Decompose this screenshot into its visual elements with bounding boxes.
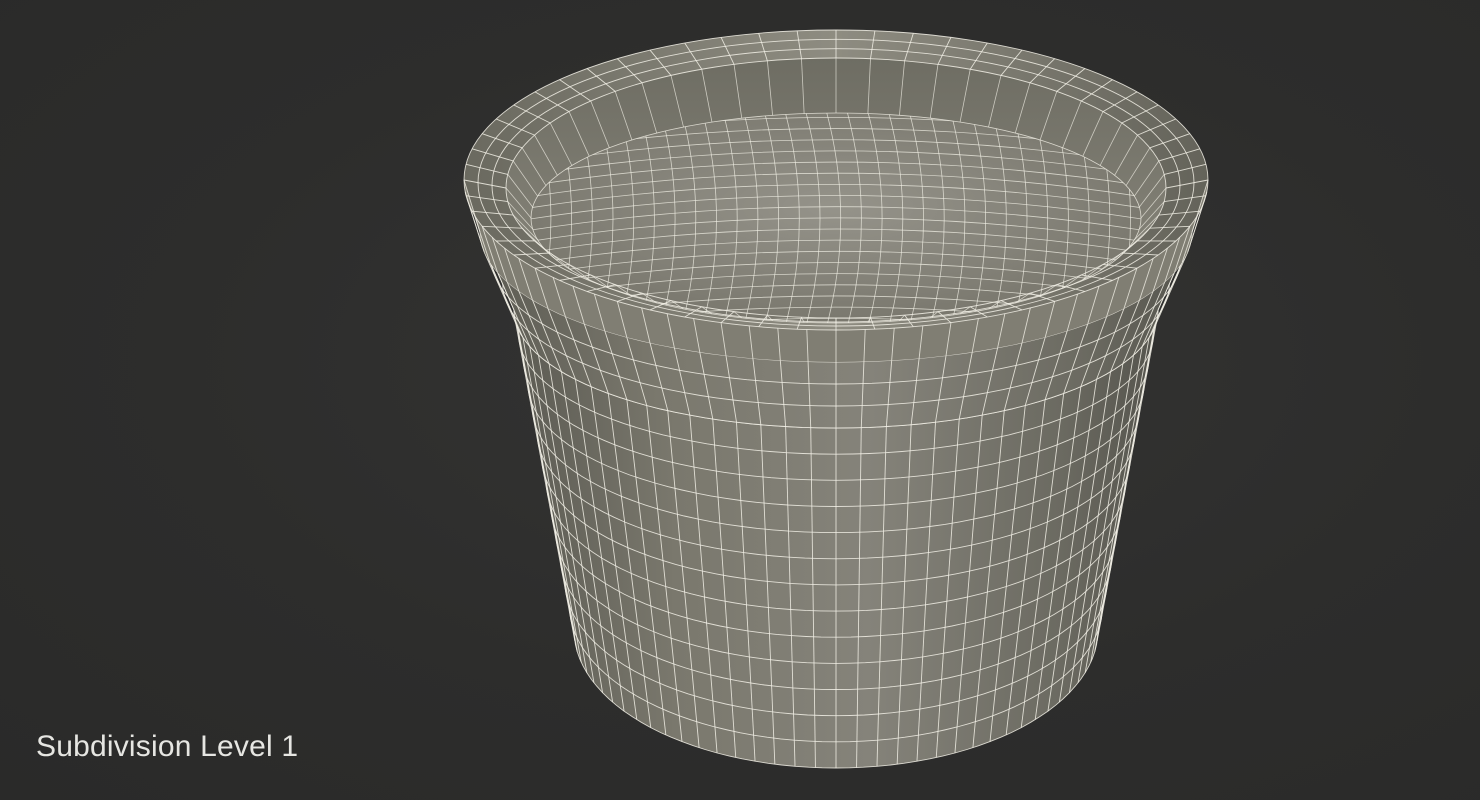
floor-grid-line [1210,80,1234,360]
floor-grid-line [279,80,303,360]
floor-grid-line [341,80,365,360]
floor-grid-line [1293,80,1317,360]
viewport: Subdivision Level 1 [0,0,1480,800]
floor-grid-line [444,80,468,360]
floor-grid-line [1272,80,1296,360]
floor-grid-line [1251,80,1275,360]
floor-grid-line [361,80,385,360]
floor-grid-line [403,80,427,360]
subdivision-caption: Subdivision Level 1 [36,730,299,763]
floor-grid-line [299,80,323,360]
floor-grid-line [1314,80,1338,360]
floor-grid-line [423,80,447,360]
floor-grid-line [382,80,406,360]
floor-grid-line [1231,80,1255,360]
wireframe-render [258,29,1358,769]
floor-grid-line [320,80,344,360]
floor-grid-line [258,80,282,360]
floor-grid-line [1334,80,1358,360]
flower-pot-mesh [258,29,1358,769]
